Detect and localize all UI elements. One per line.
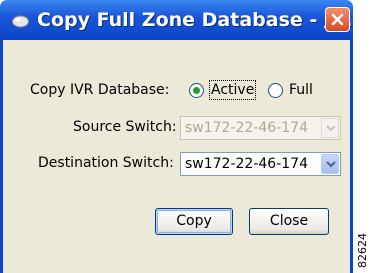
radio-selected-dot xyxy=(193,87,200,94)
source-switch-select: sw172-22-46-174 xyxy=(180,116,341,140)
radio-active-label[interactable]: Active xyxy=(208,80,257,100)
radio-full[interactable] xyxy=(268,83,283,98)
source-switch-label: Source Switch: xyxy=(73,119,177,135)
destination-switch-label: Destination Switch: xyxy=(38,155,174,171)
window-title: Copy Full Zone Database - /... xyxy=(37,9,353,31)
chevron-down-icon xyxy=(326,161,336,168)
destination-switch-dropdown[interactable] xyxy=(321,154,339,174)
source-switch-value: sw172-22-46-174 xyxy=(185,120,308,136)
title-bar[interactable]: Copy Full Zone Database - /... xyxy=(0,0,353,40)
copy-ivr-database-label: Copy IVR Database: xyxy=(30,82,170,98)
dialog-body: Copy IVR Database: Active Full Source Sw… xyxy=(0,40,353,273)
app-icon xyxy=(12,13,29,28)
close-window-button[interactable] xyxy=(325,7,350,32)
chevron-down-icon xyxy=(326,125,336,132)
radio-active[interactable] xyxy=(189,83,204,98)
radio-full-label[interactable]: Full xyxy=(289,82,313,98)
close-icon xyxy=(331,13,344,26)
destination-switch-select[interactable]: sw172-22-46-174 xyxy=(180,152,341,176)
figure-id: 82624 xyxy=(356,233,369,268)
copy-full-zone-database-dialog: Copy Full Zone Database - /... Copy IVR … xyxy=(0,0,353,273)
source-switch-dropdown xyxy=(321,118,339,138)
destination-switch-value: sw172-22-46-174 xyxy=(185,156,308,172)
copy-button[interactable]: Copy xyxy=(155,208,233,235)
close-button[interactable]: Close xyxy=(249,208,329,235)
